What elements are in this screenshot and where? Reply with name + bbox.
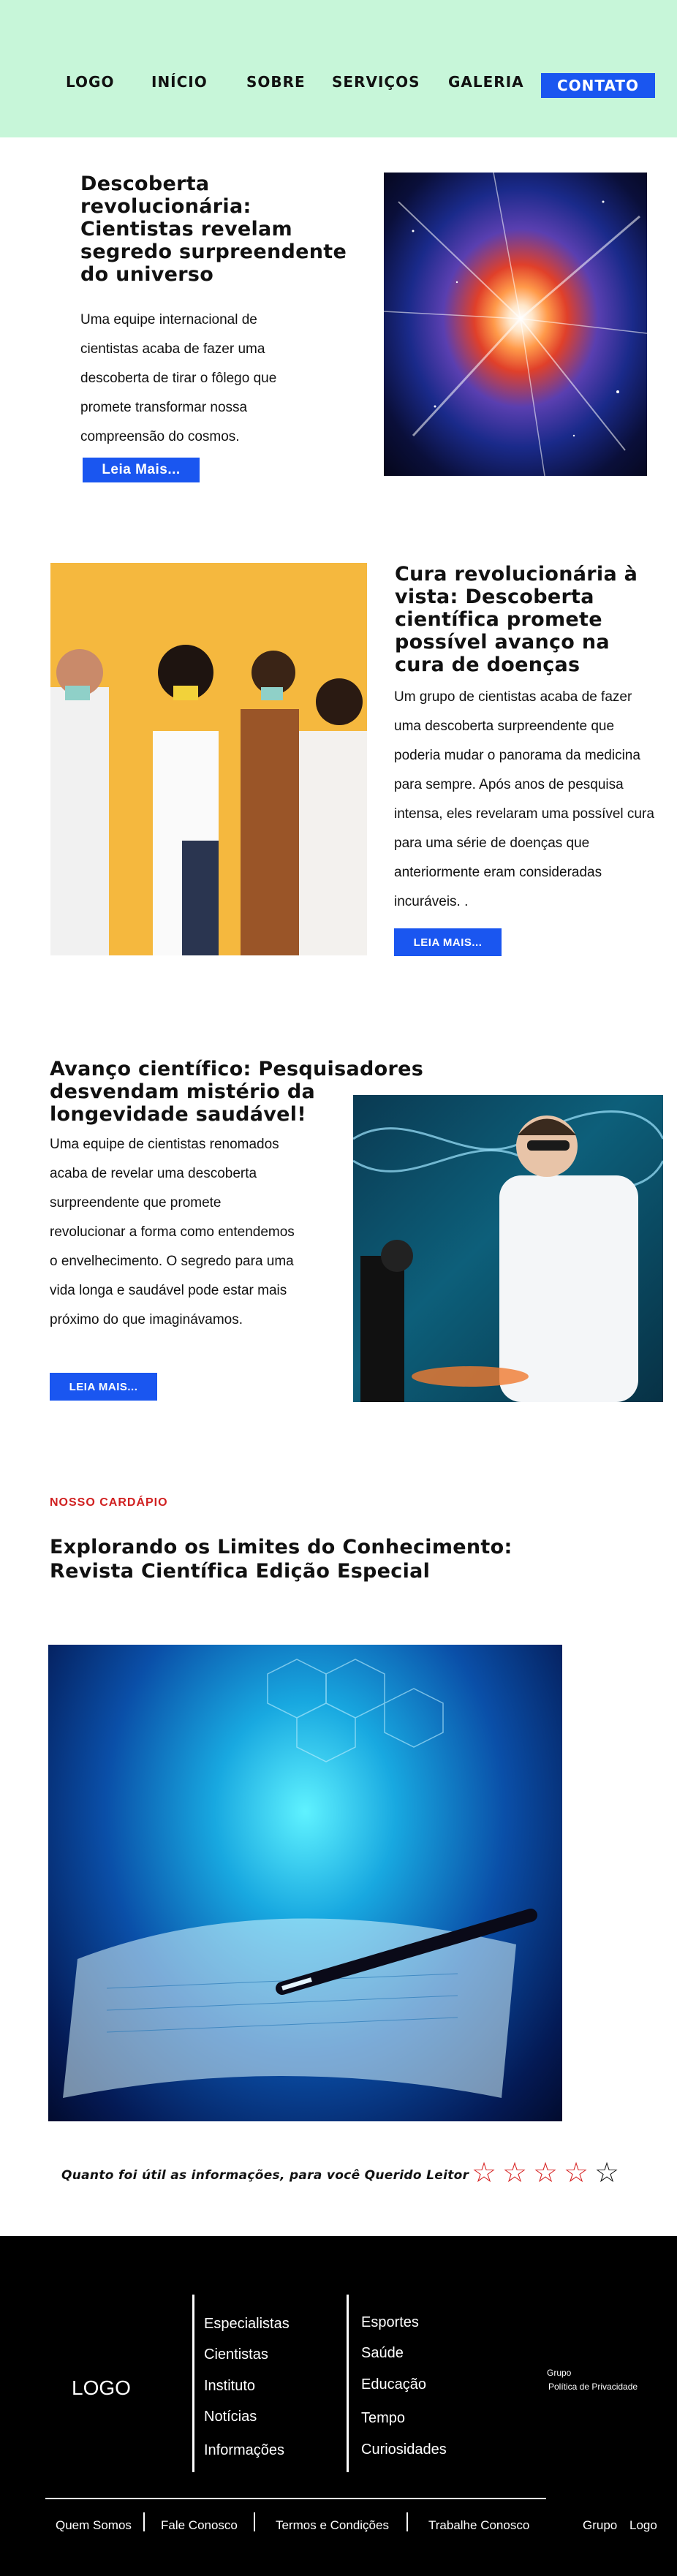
footer-link[interactable]: Informações — [204, 2442, 284, 2459]
scientist-microscope-image — [353, 1095, 663, 1402]
footer-bottom-link[interactable]: Grupo — [583, 2518, 617, 2533]
star-5-icon[interactable]: ☆ — [594, 2158, 619, 2187]
footer-bottom-link[interactable]: Termos e Condições — [276, 2518, 389, 2533]
universe-image — [384, 173, 647, 476]
article-1-body: Uma equipe internacional de cientistas a… — [80, 312, 277, 444]
footer-bottom-link[interactable]: Quem Somos — [56, 2518, 132, 2533]
star-4-icon[interactable]: ☆ — [564, 2158, 589, 2187]
footer-link[interactable]: Cientistas — [204, 2346, 268, 2363]
article-2-read-more-button[interactable]: LEIA MAIS... — [394, 928, 502, 956]
footer-separator — [406, 2512, 408, 2531]
article-1-title: Descoberta revolucionária: Cientistas re… — [80, 173, 347, 286]
privacy-policy-link[interactable]: Política de Privacidade — [548, 2382, 638, 2392]
footer-link[interactable]: Saúde — [361, 2345, 404, 2362]
scientists-illustration — [50, 563, 367, 955]
footer-link[interactable]: Notícias — [204, 2409, 257, 2425]
nav-galeria[interactable]: GALERIA — [448, 73, 524, 91]
star-1-icon[interactable]: ☆ — [472, 2158, 496, 2187]
site-footer: LOGO Especialistas Cientistas Instituto … — [0, 2236, 677, 2576]
footer-link[interactable]: Tempo — [361, 2410, 405, 2427]
scientists-celebrating-image — [50, 563, 367, 955]
star-2-icon[interactable]: ☆ — [502, 2158, 527, 2187]
footer-divider — [192, 2295, 194, 2472]
footer-bottom-link[interactable]: Fale Conosco — [161, 2518, 238, 2533]
dna-microscope-illustration — [353, 1110, 663, 1402]
footer-link[interactable]: Esportes — [361, 2314, 419, 2331]
nav-sobre[interactable]: SOBRE — [246, 73, 306, 91]
footer-bottom-link[interactable]: Logo — [629, 2518, 657, 2533]
rating-label: Quanto foi útil as informações, para voc… — [61, 2168, 469, 2183]
feature-title: Explorando os Limites do Conhecimento: R… — [50, 1536, 513, 1583]
footer-link[interactable]: Instituto — [204, 2378, 255, 2395]
galaxy-burst-illustration — [384, 173, 647, 476]
footer-bottom-link[interactable]: Trabalhe Conosco — [428, 2518, 529, 2533]
nav-inicio[interactable]: INÍCIO — [151, 73, 208, 91]
article-2-title: Cura revolucionária à vista: Descoberta … — [395, 563, 638, 676]
footer-link[interactable]: Especialistas — [204, 2316, 290, 2333]
footer-separator — [143, 2512, 145, 2531]
article-1-read-more-button[interactable]: Leia Mais... — [83, 458, 200, 482]
logo[interactable]: LOGO — [66, 73, 114, 91]
footer-small-link[interactable]: Grupo — [547, 2368, 571, 2378]
article-2-body: Um grupo de cientistas acaba de fazer um… — [394, 689, 654, 909]
nav-contato-button[interactable]: CONTATO — [541, 73, 655, 98]
article-3-body: Uma equipe de cientistas renomados acaba… — [50, 1137, 295, 1327]
footer-divider — [347, 2295, 349, 2472]
notebook-pen-illustration — [63, 1659, 537, 2098]
footer-separator — [254, 2512, 255, 2531]
footer-logo[interactable]: LOGO — [72, 2376, 131, 2400]
site-header: LOGO INÍCIO SOBRE SERVIÇOS GALERIA CONTA… — [0, 0, 677, 137]
star-3-icon[interactable]: ☆ — [533, 2158, 558, 2187]
nav-servicos[interactable]: SERVIÇOS — [332, 73, 420, 91]
section-kicker: NOSSO CARDÁPIO — [50, 1496, 168, 1509]
footer-link[interactable]: Educação — [361, 2376, 426, 2393]
magazine-feature-image — [48, 1645, 562, 2121]
footer-link[interactable]: Curiosidades — [361, 2441, 447, 2458]
footer-rule — [45, 2498, 546, 2499]
article-3-read-more-button[interactable]: LEIA MAIS... — [50, 1373, 157, 1401]
